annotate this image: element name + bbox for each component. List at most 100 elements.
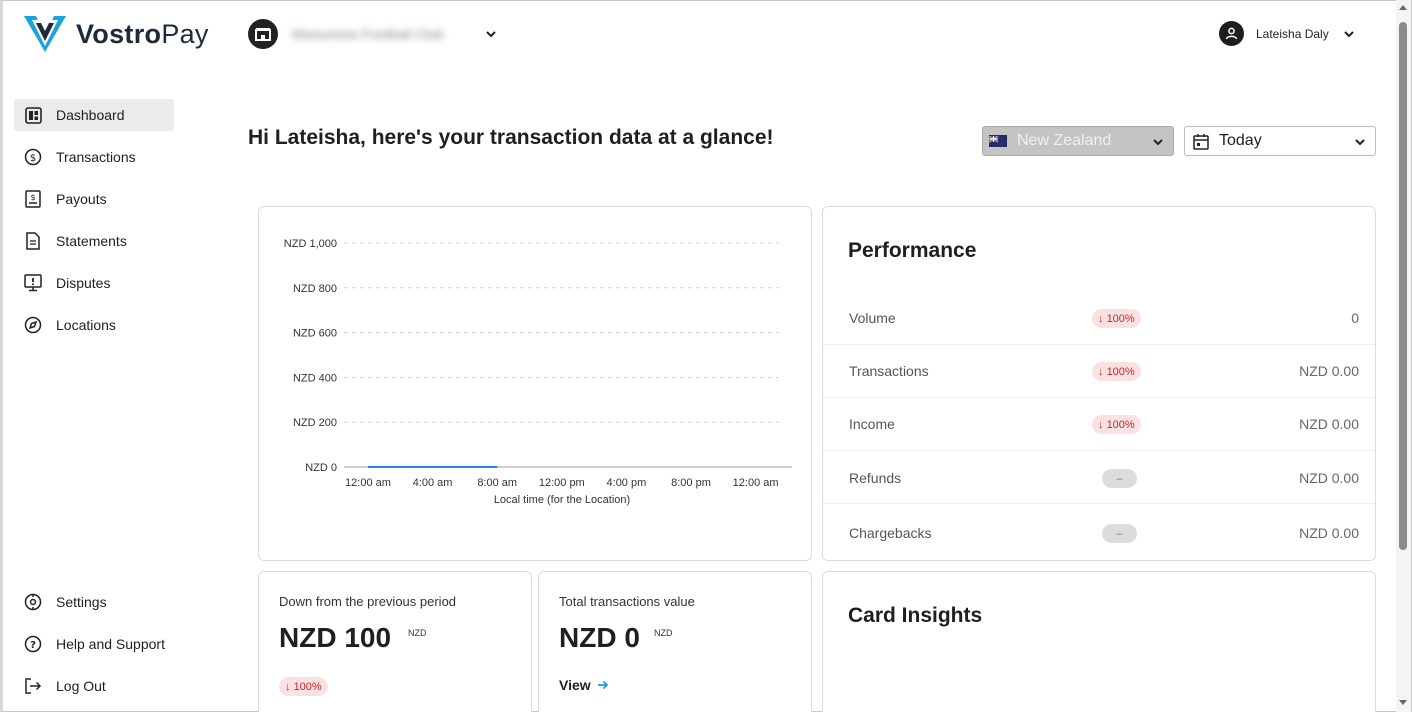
brand-logo[interactable]: VostroPay — [22, 14, 209, 54]
transactions-chart: NZD 1,000 NZD 800 NZD 600 NZD 400 NZD 200 NZD… — [284, 238, 792, 506]
sidebar-item-label: Payouts — [56, 191, 107, 207]
date-range-select[interactable]: Today — [1184, 126, 1376, 156]
stat-label: Total transactions value — [559, 594, 695, 609]
perf-value: NZD 0.00 — [1299, 525, 1359, 541]
y-tick-label: NZD 1,000 — [284, 238, 337, 250]
y-tick-label: NZD 200 — [293, 417, 337, 429]
trend-badge: ↓ 100% — [1092, 309, 1141, 328]
club-name: Manurewa Football Club — [292, 26, 444, 42]
sidebar-item-label: Settings — [56, 594, 107, 610]
user-avatar-icon — [1219, 21, 1244, 46]
alert-monitor-icon — [23, 273, 43, 293]
club-selector[interactable]: Manurewa Football Club — [248, 19, 498, 49]
dollar-circle-icon: $ — [23, 147, 43, 167]
chevron-down-icon — [486, 31, 496, 38]
location-icon — [23, 315, 43, 335]
y-tick-label: NZD 0 — [305, 462, 337, 474]
sidebar-item-dashboard[interactable]: Dashboard — [14, 99, 174, 131]
sidebar-item-label: Statements — [56, 233, 127, 249]
sidebar-item-label: Locations — [56, 317, 116, 333]
arrow-down-icon: ↓ — [1098, 365, 1107, 378]
country-select[interactable]: New Zealand — [982, 126, 1174, 156]
sidebar-item-payouts[interactable]: $ Payouts — [14, 183, 174, 215]
sidebar-item-label: Transactions — [56, 149, 136, 165]
sidebar-item-label: Help and Support — [56, 636, 165, 652]
trend-badge: – — [1102, 469, 1137, 488]
perf-value: NZD 0.00 — [1299, 363, 1359, 379]
scroll-up-arrow-icon[interactable] — [1399, 5, 1407, 10]
previous-period-card: Down from the previous period NZD 100 NZ… — [258, 571, 532, 712]
sidebar-item-transactions[interactable]: $ Transactions — [14, 141, 174, 173]
trend-badge: ↓ 100% — [1092, 362, 1141, 381]
arrow-down-icon: ↓ — [285, 680, 294, 693]
x-tick-label: 12:00 am — [345, 477, 391, 489]
date-select-value: Today — [1219, 132, 1262, 149]
vostropay-logo-icon — [24, 16, 66, 52]
user-menu[interactable]: Lateisha Daly — [1219, 21, 1356, 46]
perf-value: NZD 0.00 — [1299, 470, 1359, 486]
perf-label: Transactions — [849, 363, 929, 379]
perf-label: Volume — [849, 310, 896, 326]
performance-title: Performance — [848, 239, 977, 262]
perf-row-refunds: Refunds – NZD 0.00 — [823, 451, 1375, 504]
y-tick-label: NZD 400 — [293, 372, 337, 384]
x-tick-label: 4:00 pm — [607, 477, 647, 489]
perf-row-volume: Volume ↓ 100% 0 — [823, 292, 1375, 345]
trend-badge: – — [1102, 524, 1137, 543]
chevron-down-icon — [1344, 30, 1354, 37]
stat-value: NZD 0 — [559, 622, 640, 653]
chevron-down-icon — [1355, 139, 1365, 146]
user-name: Lateisha Daly — [1256, 26, 1329, 41]
svg-text:?: ? — [30, 640, 36, 651]
sidebar-item-settings[interactable]: Settings — [14, 586, 174, 618]
sidebar-item-logout[interactable]: Log Out — [14, 670, 174, 702]
stat-label: Down from the previous period — [279, 594, 457, 609]
sidebar-item-label: Disputes — [56, 275, 111, 291]
scrollbar-thumb[interactable] — [1399, 22, 1407, 550]
page-title: Hi Lateisha, here's your transaction dat… — [248, 126, 774, 149]
arrow-down-icon: ↓ — [1098, 418, 1107, 431]
sidebar-item-help[interactable]: ? Help and Support — [14, 628, 174, 660]
perf-row-chargebacks: Chargebacks – NZD 0.00 — [823, 504, 1375, 557]
perf-label: Chargebacks — [849, 525, 932, 541]
x-tick-label: 4:00 am — [413, 477, 453, 489]
sidebar-item-disputes[interactable]: Disputes — [14, 267, 174, 299]
x-tick-label: 12:00 pm — [539, 477, 585, 489]
sidebar-item-label: Dashboard — [56, 107, 125, 123]
performance-card: Performance Volume ↓ 100% 0 Transactions… — [822, 206, 1376, 561]
perf-label: Income — [849, 416, 895, 432]
logout-icon — [23, 676, 43, 696]
sidebar-item-statements[interactable]: Statements — [14, 225, 174, 257]
arrow-down-icon: ↓ — [1098, 312, 1107, 325]
y-tick-label: NZD 800 — [293, 283, 337, 295]
card-insights-card: Card Insights — [822, 571, 1376, 712]
x-tick-label: 8:00 am — [477, 477, 517, 489]
trend-badge: ↓ 100% — [1092, 415, 1141, 434]
card-insights-title: Card Insights — [848, 604, 983, 627]
gear-icon — [23, 592, 43, 612]
nz-flag-icon — [989, 135, 1007, 147]
perf-label: Refunds — [849, 470, 902, 486]
transactions-chart-card: NZD 1,000 NZD 800 NZD 600 NZD 400 NZD 200 NZD… — [258, 206, 812, 561]
x-tick-label: 12:00 am — [733, 477, 779, 489]
x-tick-label: 8:00 pm — [671, 477, 711, 489]
perf-value: NZD 0.00 — [1299, 416, 1359, 432]
help-icon: ? — [23, 634, 43, 654]
stat-unit: NZD — [654, 628, 673, 638]
stat-value: NZD 100 — [279, 622, 392, 653]
store-icon — [248, 19, 278, 49]
sidebar-item-locations[interactable]: Locations — [14, 309, 174, 341]
brand-name: VostroPay — [76, 18, 209, 49]
payout-icon: $ — [23, 189, 43, 209]
view-link[interactable]: View — [559, 677, 609, 693]
scroll-down-arrow-icon[interactable] — [1399, 700, 1407, 705]
stat-unit: NZD — [408, 628, 427, 638]
sidebar-item-label: Log Out — [56, 678, 106, 694]
dashboard-icon — [23, 105, 43, 125]
y-tick-label: NZD 600 — [293, 328, 337, 340]
perf-row-income: Income ↓ 100% NZD 0.00 — [823, 398, 1375, 451]
svg-text:$: $ — [30, 153, 36, 164]
document-icon — [23, 231, 43, 251]
arrow-right-icon — [597, 680, 608, 690]
total-transactions-card: Total transactions value NZD 0 NZD View — [538, 571, 812, 712]
